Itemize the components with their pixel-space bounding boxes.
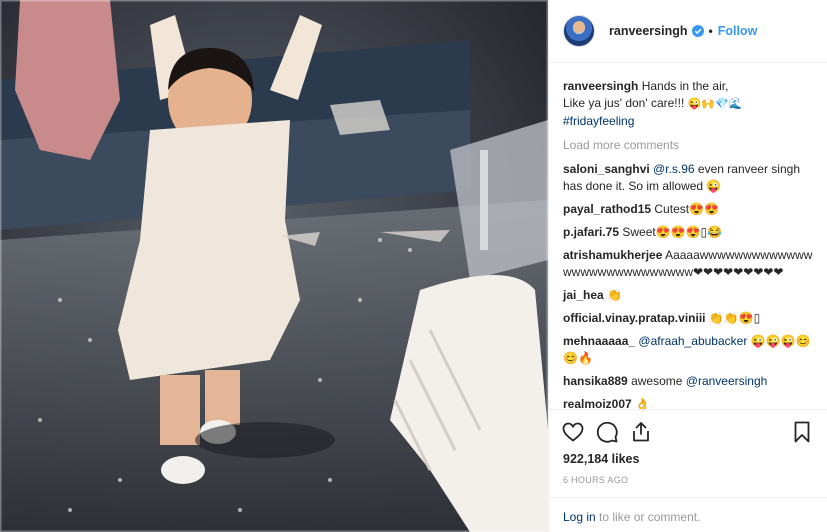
- post-time[interactable]: 6 HOURS AGO: [563, 475, 628, 485]
- comment-username[interactable]: hansika889: [563, 374, 628, 388]
- likes-count[interactable]: 922,184 likes: [563, 452, 639, 466]
- separator-dot: •: [708, 24, 713, 38]
- comments-section: ranveersingh Hands in the air, Like ya j…: [563, 78, 815, 419]
- caption-username[interactable]: ranveersingh: [563, 79, 638, 93]
- comment-text: 👏: [607, 288, 622, 302]
- comment-mention[interactable]: @r.s.96: [653, 162, 695, 176]
- avatar[interactable]: [563, 15, 595, 47]
- comment: hansika889 awesome @ranveersingh: [563, 373, 815, 390]
- verified-icon: [691, 25, 704, 37]
- comment-icon[interactable]: [595, 420, 619, 444]
- share-icon[interactable]: [629, 420, 653, 444]
- comment-username[interactable]: saloni_sanghvi: [563, 162, 650, 176]
- load-more-comments[interactable]: Load more comments: [563, 137, 815, 154]
- comment-username[interactable]: mehnaaaaa_: [563, 334, 635, 348]
- comment-text: Cutest😍😍: [654, 202, 719, 216]
- comment: p.jafari.75 Sweet😍😍😍▯😂: [563, 224, 815, 241]
- caption-line-1: Hands in the air,: [641, 79, 729, 93]
- post-sidebar: ranveersingh • Follow ranveersingh Hands…: [548, 0, 827, 532]
- comment: atrishamukherjee Aaaaawwwwwwwwwwwwwwwwww…: [563, 247, 815, 281]
- username-link[interactable]: ranveersingh: [609, 24, 688, 38]
- comment-text: Sweet😍😍😍▯😂: [622, 225, 723, 239]
- comment-mention[interactable]: @afraah_abubacker: [638, 334, 747, 348]
- post-header: ranveersingh • Follow: [549, 0, 827, 63]
- comment-username[interactable]: p.jafari.75: [563, 225, 619, 239]
- comment-username[interactable]: payal_rathod15: [563, 202, 651, 216]
- login-link[interactable]: Log in: [563, 510, 596, 524]
- comment-username[interactable]: atrishamukherjee: [563, 248, 662, 262]
- bookmark-button[interactable]: [790, 420, 814, 447]
- photo-illustration: [0, 0, 548, 532]
- comment: payal_rathod15 Cutest😍😍: [563, 201, 815, 218]
- comment: official.vinay.pratap.viniii 👏👏😍▯: [563, 310, 815, 327]
- action-icons: [561, 420, 653, 444]
- heart-icon[interactable]: [561, 420, 585, 444]
- comment-username[interactable]: jai_hea: [563, 288, 604, 302]
- hashtag-link[interactable]: #fridayfeeling: [563, 114, 634, 128]
- comment: saloni_sanghvi @r.s.96 even ranveer sing…: [563, 161, 815, 195]
- follow-button[interactable]: Follow: [718, 24, 758, 38]
- comment-mention[interactable]: @ranveersingh: [686, 374, 768, 388]
- comment-text: awesome: [631, 374, 683, 388]
- comment-text: 👏👏😍▯: [708, 311, 761, 325]
- bookmark-icon[interactable]: [790, 420, 814, 444]
- comment: jai_hea 👏: [563, 287, 815, 304]
- caption-emoji: 😜🙌💎🌊: [687, 98, 743, 110]
- login-prompt: Log in to like or comment.: [549, 497, 827, 532]
- login-rest-text: to like or comment.: [595, 510, 701, 524]
- post-actions: 922,184 likes 6 HOURS AGO Log in to like…: [549, 409, 827, 532]
- caption: ranveersingh Hands in the air, Like ya j…: [563, 78, 815, 130]
- post-photo[interactable]: [0, 0, 548, 532]
- comment: mehnaaaaa_ @afraah_abubacker 😜😜😜😊😊🔥: [563, 333, 815, 367]
- caption-line-2: Like ya jus' don' care!!!: [563, 96, 685, 110]
- comment-username[interactable]: official.vinay.pratap.viniii: [563, 311, 705, 325]
